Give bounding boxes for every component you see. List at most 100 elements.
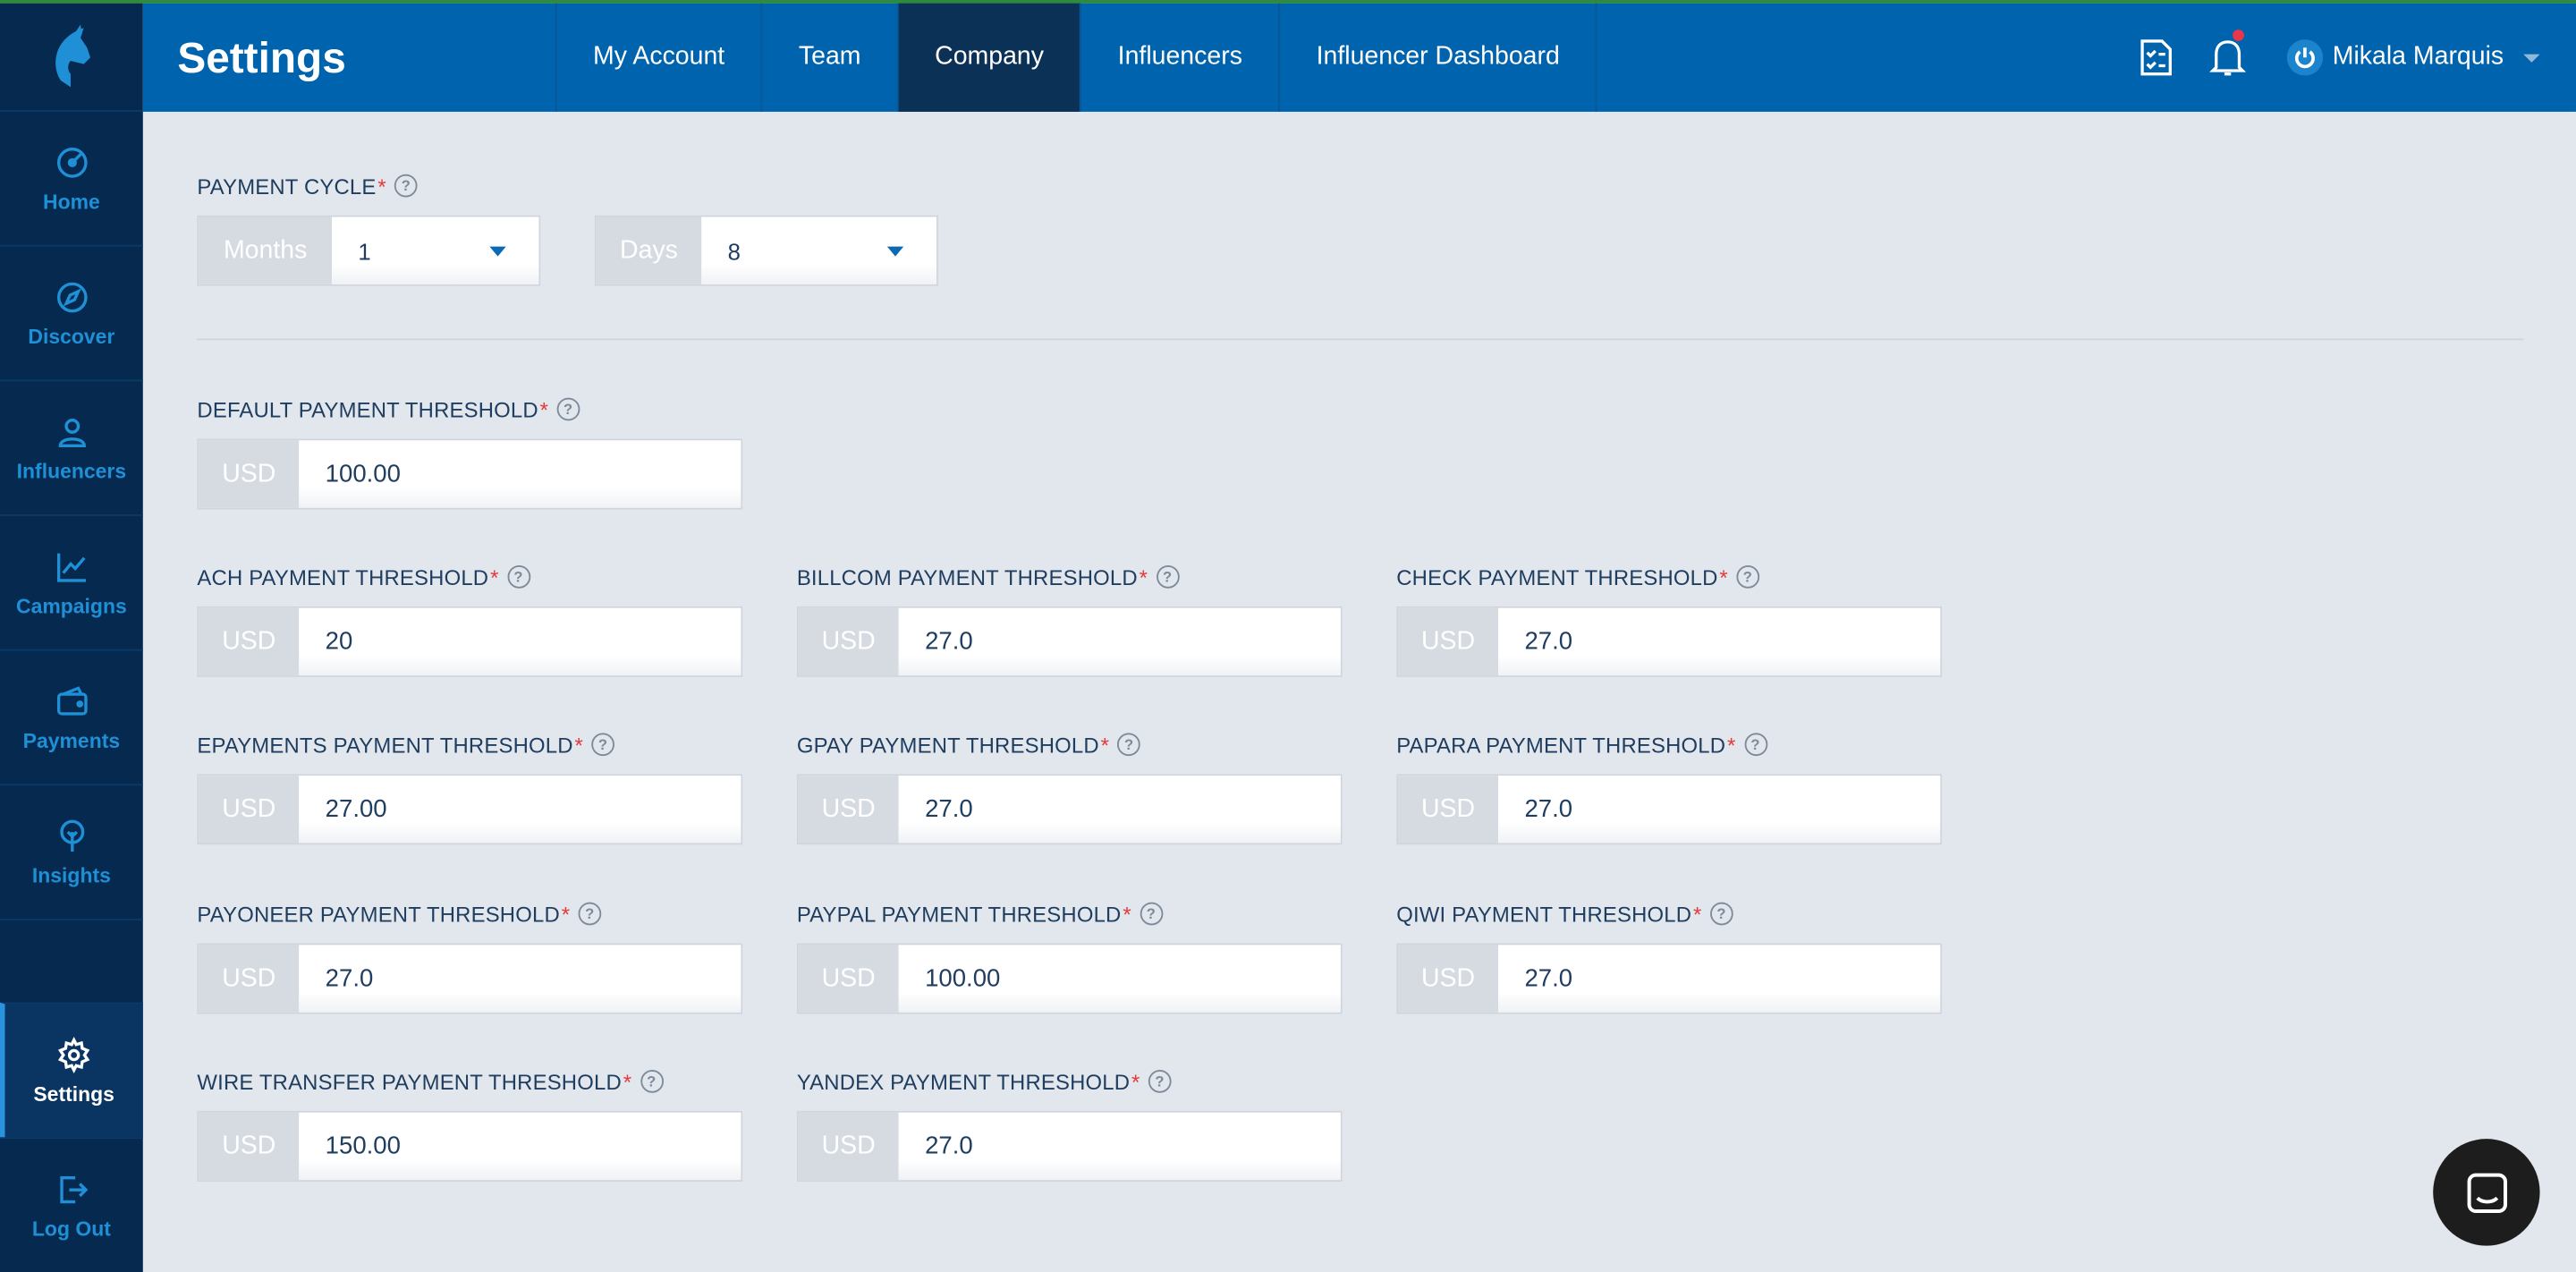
- help-icon[interactable]: ?: [1148, 1070, 1172, 1093]
- default-threshold-input[interactable]: USD 100.00: [197, 438, 743, 510]
- check-threshold-input[interactable]: USD 27.0: [1396, 606, 1943, 677]
- field-label: YANDEX PAYMENT THRESHOLD *?: [797, 1066, 1343, 1096]
- qiwi-threshold-input[interactable]: USD 27.0: [1396, 943, 1943, 1014]
- field-label-text: BILLCOM PAYMENT THRESHOLD: [796, 564, 1138, 589]
- sidebar-item-home[interactable]: Home: [0, 112, 143, 247]
- threshold-value[interactable]: 20: [299, 607, 741, 676]
- threshold-value[interactable]: 27.00: [299, 776, 741, 844]
- sidebar-item-label: Insights: [31, 863, 111, 887]
- currency-addon: USD: [199, 440, 300, 508]
- days-select[interactable]: Days 8: [594, 215, 938, 286]
- user-menu[interactable]: Mikala Marquis: [2264, 39, 2576, 76]
- billcom-threshold-group: BILLCOM PAYMENT THRESHOLD *? USD 27.0: [796, 562, 1343, 677]
- notifications-button[interactable]: [2191, 4, 2264, 112]
- payoneer-threshold-group: PAYONEER PAYMENT THRESHOLD *? USD 27.0: [197, 899, 743, 1014]
- months-select-value[interactable]: 1: [332, 216, 539, 284]
- help-icon[interactable]: ?: [640, 1070, 664, 1093]
- wire-transfer-threshold-input[interactable]: USD 150.00: [197, 1110, 743, 1182]
- required-mark: *: [1123, 901, 1131, 927]
- currency-addon: USD: [199, 1112, 300, 1181]
- header-actions: Mikala Marquis: [2119, 4, 2576, 112]
- help-icon[interactable]: ?: [591, 733, 614, 757]
- tab-influencer-dashboard[interactable]: Influencer Dashboard: [1280, 3, 1598, 112]
- logo[interactable]: [0, 4, 143, 112]
- payoneer-threshold-input[interactable]: USD 27.0: [197, 943, 743, 1014]
- required-mark: *: [1139, 564, 1148, 589]
- months-select[interactable]: Months 1: [197, 215, 541, 286]
- tasks-button[interactable]: [2119, 4, 2191, 112]
- top-header: Settings My Account Team Company Influen…: [142, 3, 2576, 112]
- threshold-value[interactable]: 27.0: [1498, 945, 1941, 1013]
- default-threshold-group: DEFAULT PAYMENT THRESHOLD *? USD 100.00: [197, 394, 743, 510]
- field-label-text: YANDEX PAYMENT THRESHOLD: [796, 1069, 1131, 1094]
- threshold-value[interactable]: 27.0: [1498, 776, 1941, 844]
- sidebar-item-settings[interactable]: Settings: [0, 1002, 143, 1138]
- threshold-value[interactable]: 27.0: [898, 776, 1341, 844]
- months-addon: Months: [199, 216, 333, 284]
- required-mark: *: [623, 1069, 632, 1094]
- tab-my-account[interactable]: My Account: [557, 3, 763, 112]
- paypal-threshold-input[interactable]: USD 100.00: [796, 943, 1343, 1014]
- help-icon[interactable]: ?: [394, 174, 418, 198]
- sidebar-item-label: Payments: [22, 728, 121, 752]
- discover-icon: [56, 281, 87, 312]
- tab-company[interactable]: Company: [898, 3, 1082, 112]
- field-label: BILLCOM PAYMENT THRESHOLD *?: [797, 562, 1343, 591]
- field-label: PAYONEER PAYMENT THRESHOLD *?: [197, 899, 742, 929]
- threshold-value[interactable]: 27.0: [898, 607, 1341, 676]
- field-label-text: PAYPAL PAYMENT THRESHOLD: [796, 901, 1122, 927]
- tab-team[interactable]: Team: [762, 3, 899, 112]
- help-icon[interactable]: ?: [1743, 733, 1767, 757]
- threshold-value[interactable]: 27.0: [1498, 607, 1941, 676]
- sidebar-item-insights[interactable]: Insights: [0, 785, 143, 920]
- threshold-value[interactable]: 27.0: [299, 945, 741, 1013]
- field-label-text: ACH PAYMENT THRESHOLD: [197, 564, 489, 589]
- sidebar: Home Discover Influencers Campaigns Paym…: [0, 3, 143, 1272]
- epayments-threshold-input[interactable]: USD 27.00: [197, 774, 743, 845]
- gpay-threshold-input[interactable]: USD 27.0: [796, 774, 1343, 845]
- days-select-value[interactable]: 8: [701, 216, 936, 284]
- sidebar-item-payments[interactable]: Payments: [0, 651, 143, 786]
- help-icon[interactable]: ?: [578, 902, 602, 926]
- help-icon[interactable]: ?: [1736, 565, 1759, 589]
- help-icon[interactable]: ?: [506, 565, 530, 589]
- sidebar-item-discover[interactable]: Discover: [0, 247, 143, 382]
- field-label-text: EPAYMENTS PAYMENT THRESHOLD: [197, 732, 573, 758]
- papara-threshold-input[interactable]: USD 27.0: [1396, 774, 1943, 845]
- threshold-value[interactable]: 100.00: [299, 440, 741, 508]
- sidebar-item-logout[interactable]: Log Out: [0, 1137, 143, 1272]
- tab-influencers[interactable]: Influencers: [1081, 3, 1281, 112]
- threshold-value[interactable]: 27.0: [898, 1112, 1341, 1181]
- field-label: CHECK PAYMENT THRESHOLD *?: [1396, 562, 1942, 591]
- check-threshold-group: CHECK PAYMENT THRESHOLD *? USD 27.0: [1396, 562, 1943, 677]
- sidebar-item-influencers[interactable]: Influencers: [0, 381, 143, 516]
- help-icon[interactable]: ?: [1156, 565, 1180, 589]
- sidebar-item-campaigns[interactable]: Campaigns: [0, 516, 143, 651]
- notification-badge: [2232, 30, 2244, 41]
- billcom-threshold-input[interactable]: USD 27.0: [796, 606, 1343, 677]
- yandex-threshold-input[interactable]: USD 27.0: [796, 1110, 1343, 1182]
- currency-addon: USD: [199, 607, 300, 676]
- help-icon[interactable]: ?: [1117, 733, 1141, 757]
- gpay-threshold-group: GPAY PAYMENT THRESHOLD *? USD 27.0: [796, 730, 1343, 845]
- checklist-icon: [2140, 39, 2172, 76]
- required-mark: *: [539, 396, 549, 422]
- required-mark: *: [1100, 732, 1110, 758]
- help-icon[interactable]: ?: [1140, 902, 1163, 926]
- sidebar-bottom: Settings Log Out: [0, 1002, 143, 1272]
- home-icon: [56, 147, 87, 177]
- ach-threshold-input[interactable]: USD 20: [197, 606, 743, 677]
- field-label-text: PAPARA PAYMENT THRESHOLD: [1396, 732, 1726, 758]
- field-label: QIWI PAYMENT THRESHOLD *?: [1396, 899, 1942, 929]
- field-label-text: DEFAULT PAYMENT THRESHOLD: [197, 396, 538, 422]
- sidebar-item-label: Home: [42, 190, 100, 213]
- threshold-value[interactable]: 150.00: [299, 1112, 741, 1181]
- chat-launcher-button[interactable]: [2433, 1139, 2540, 1246]
- yandex-threshold-group: YANDEX PAYMENT THRESHOLD *? USD 27.0: [796, 1066, 1343, 1182]
- field-label: DEFAULT PAYMENT THRESHOLD *?: [197, 394, 742, 424]
- threshold-value[interactable]: 100.00: [898, 945, 1341, 1013]
- payment-cycle-group: PAYMENT CYCLE *? Months 1 Days 8: [197, 171, 938, 286]
- help-icon[interactable]: ?: [556, 397, 580, 421]
- help-icon[interactable]: ?: [1709, 902, 1733, 926]
- field-label: ACH PAYMENT THRESHOLD *?: [197, 562, 742, 591]
